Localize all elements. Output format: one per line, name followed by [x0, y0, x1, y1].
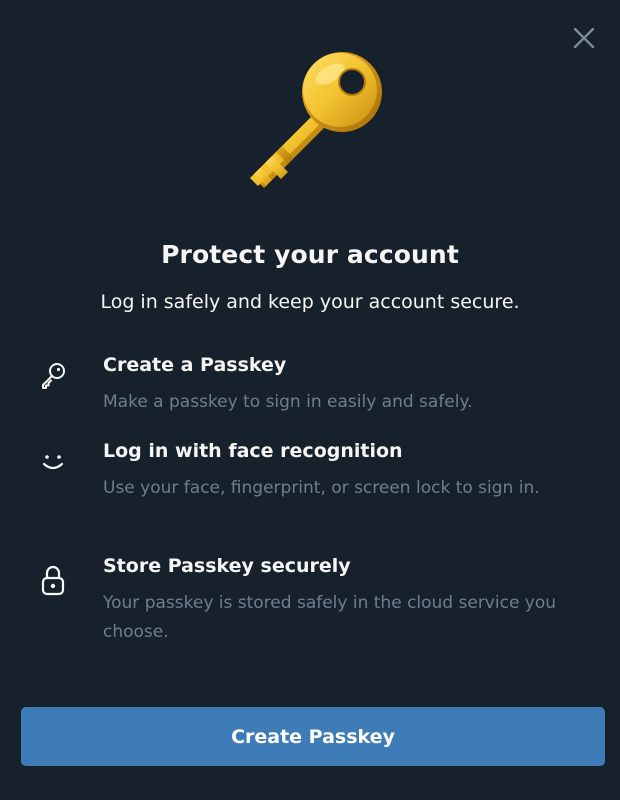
golden-key-icon — [250, 52, 382, 188]
feature-title: Log in with face recognition — [103, 440, 403, 462]
dialog-title: Protect your account — [161, 240, 459, 269]
passkey-dialog: Protect your account Log in safely and k… — [0, 0, 620, 800]
smile-face-icon — [36, 444, 70, 478]
feature-title: Store Passkey securely — [103, 555, 351, 577]
lock-icon — [36, 563, 70, 597]
key-icon — [36, 358, 70, 392]
feature-description: Your passkey is stored safely in the clo… — [103, 593, 557, 642]
feature-description: Use your face, fingerprint, or screen lo… — [103, 478, 540, 498]
feature-description: Make a passkey to sign in easily and saf… — [103, 392, 473, 412]
create-passkey-button[interactable]: Create Passkey — [21, 707, 605, 766]
close-icon[interactable] — [572, 26, 596, 50]
close-button[interactable] — [570, 24, 598, 52]
dialog-subtitle: Log in safely and keep your account secu… — [100, 291, 520, 313]
feature-title: Create a Passkey — [103, 354, 287, 376]
